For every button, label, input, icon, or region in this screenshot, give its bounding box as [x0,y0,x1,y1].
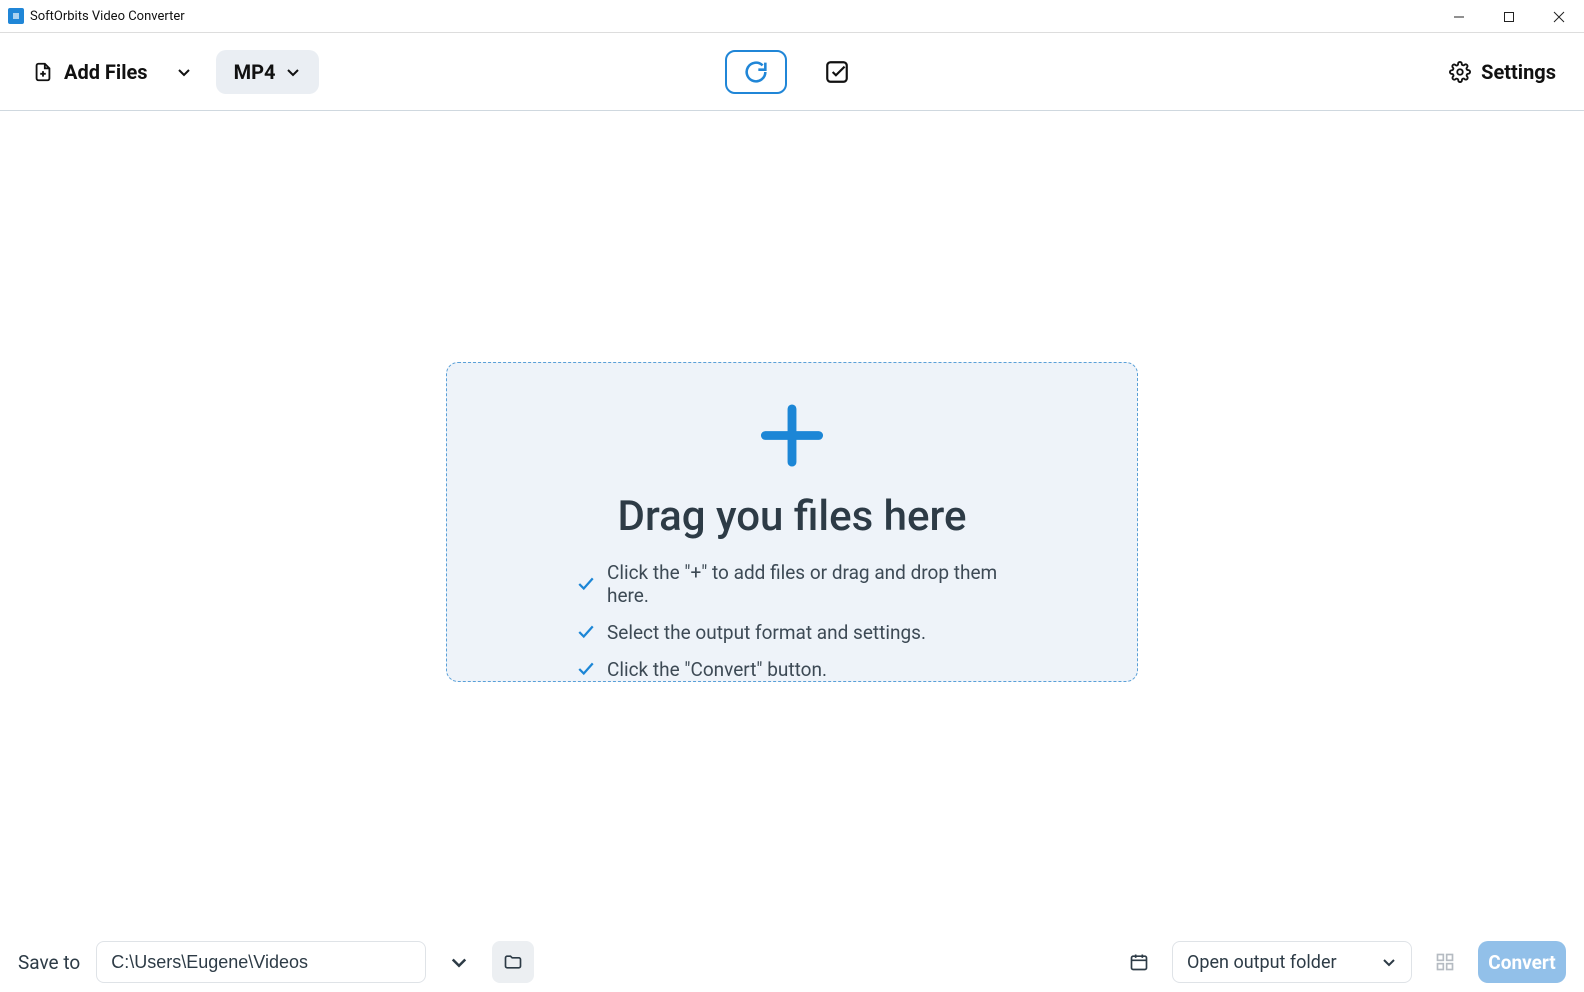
titlebar: SoftOrbits Video Converter [0,0,1584,33]
close-button[interactable] [1534,0,1584,33]
maximize-button[interactable] [1484,0,1534,33]
format-select[interactable]: MP4 [216,50,320,94]
app-title: SoftOrbits Video Converter [30,9,185,24]
plus-icon [757,401,827,470]
chevron-down-icon [449,952,469,972]
window-controls [1434,0,1584,33]
calendar-button[interactable] [1118,941,1160,983]
convert-label: Convert [1488,951,1555,974]
check-icon [577,660,595,678]
chevron-down-icon [1381,954,1397,970]
checkbox-icon [824,59,850,85]
app-icon [8,8,24,24]
settings-button[interactable]: Settings [1439,52,1566,92]
minimize-button[interactable] [1434,0,1484,33]
refresh-button[interactable] [725,50,787,94]
save-to-label: Save to [18,951,80,974]
save-path-input[interactable] [96,941,426,983]
chevron-down-icon [285,64,301,80]
save-path-dropdown[interactable] [438,941,480,983]
convert-button[interactable]: Convert [1478,941,1566,983]
file-plus-icon [32,61,54,83]
select-all-button[interactable] [815,50,859,94]
add-files-dropdown[interactable] [162,50,206,94]
refresh-icon [742,58,770,86]
chevron-down-icon [176,64,192,80]
tip-item: Select the output format and settings. [577,621,926,644]
gear-icon [1449,61,1471,83]
open-output-select[interactable]: Open output folder [1172,941,1412,983]
check-icon [577,575,595,593]
main-area: Drag you files here Click the "+" to add… [0,111,1584,932]
tip-text: Click the "Convert" button. [607,658,827,681]
tip-item: Click the "+" to add files or drag and d… [577,561,1007,607]
center-tools [725,50,859,94]
tip-text: Click the "+" to add files or drag and d… [607,561,1007,607]
add-files-label: Add Files [64,60,148,84]
grid-view-button[interactable] [1424,941,1466,983]
bottombar: Save to Open output folder Convert [0,932,1584,992]
check-icon [577,623,595,641]
toolbar: Add Files MP4 Settings [0,33,1584,111]
calendar-icon [1129,952,1149,972]
tip-item: Click the "Convert" button. [577,658,827,681]
tips-list: Click the "+" to add files or drag and d… [577,561,1007,681]
tip-text: Select the output format and settings. [607,621,926,644]
drop-zone[interactable]: Drag you files here Click the "+" to add… [446,362,1138,682]
grid-icon [1435,952,1455,972]
browse-folder-button[interactable] [492,941,534,983]
open-output-label: Open output folder [1187,952,1337,973]
format-label: MP4 [234,60,276,84]
drop-heading: Drag you files here [618,492,967,541]
settings-label: Settings [1481,60,1556,84]
add-files-button[interactable]: Add Files [18,52,162,92]
folder-icon [503,952,523,972]
